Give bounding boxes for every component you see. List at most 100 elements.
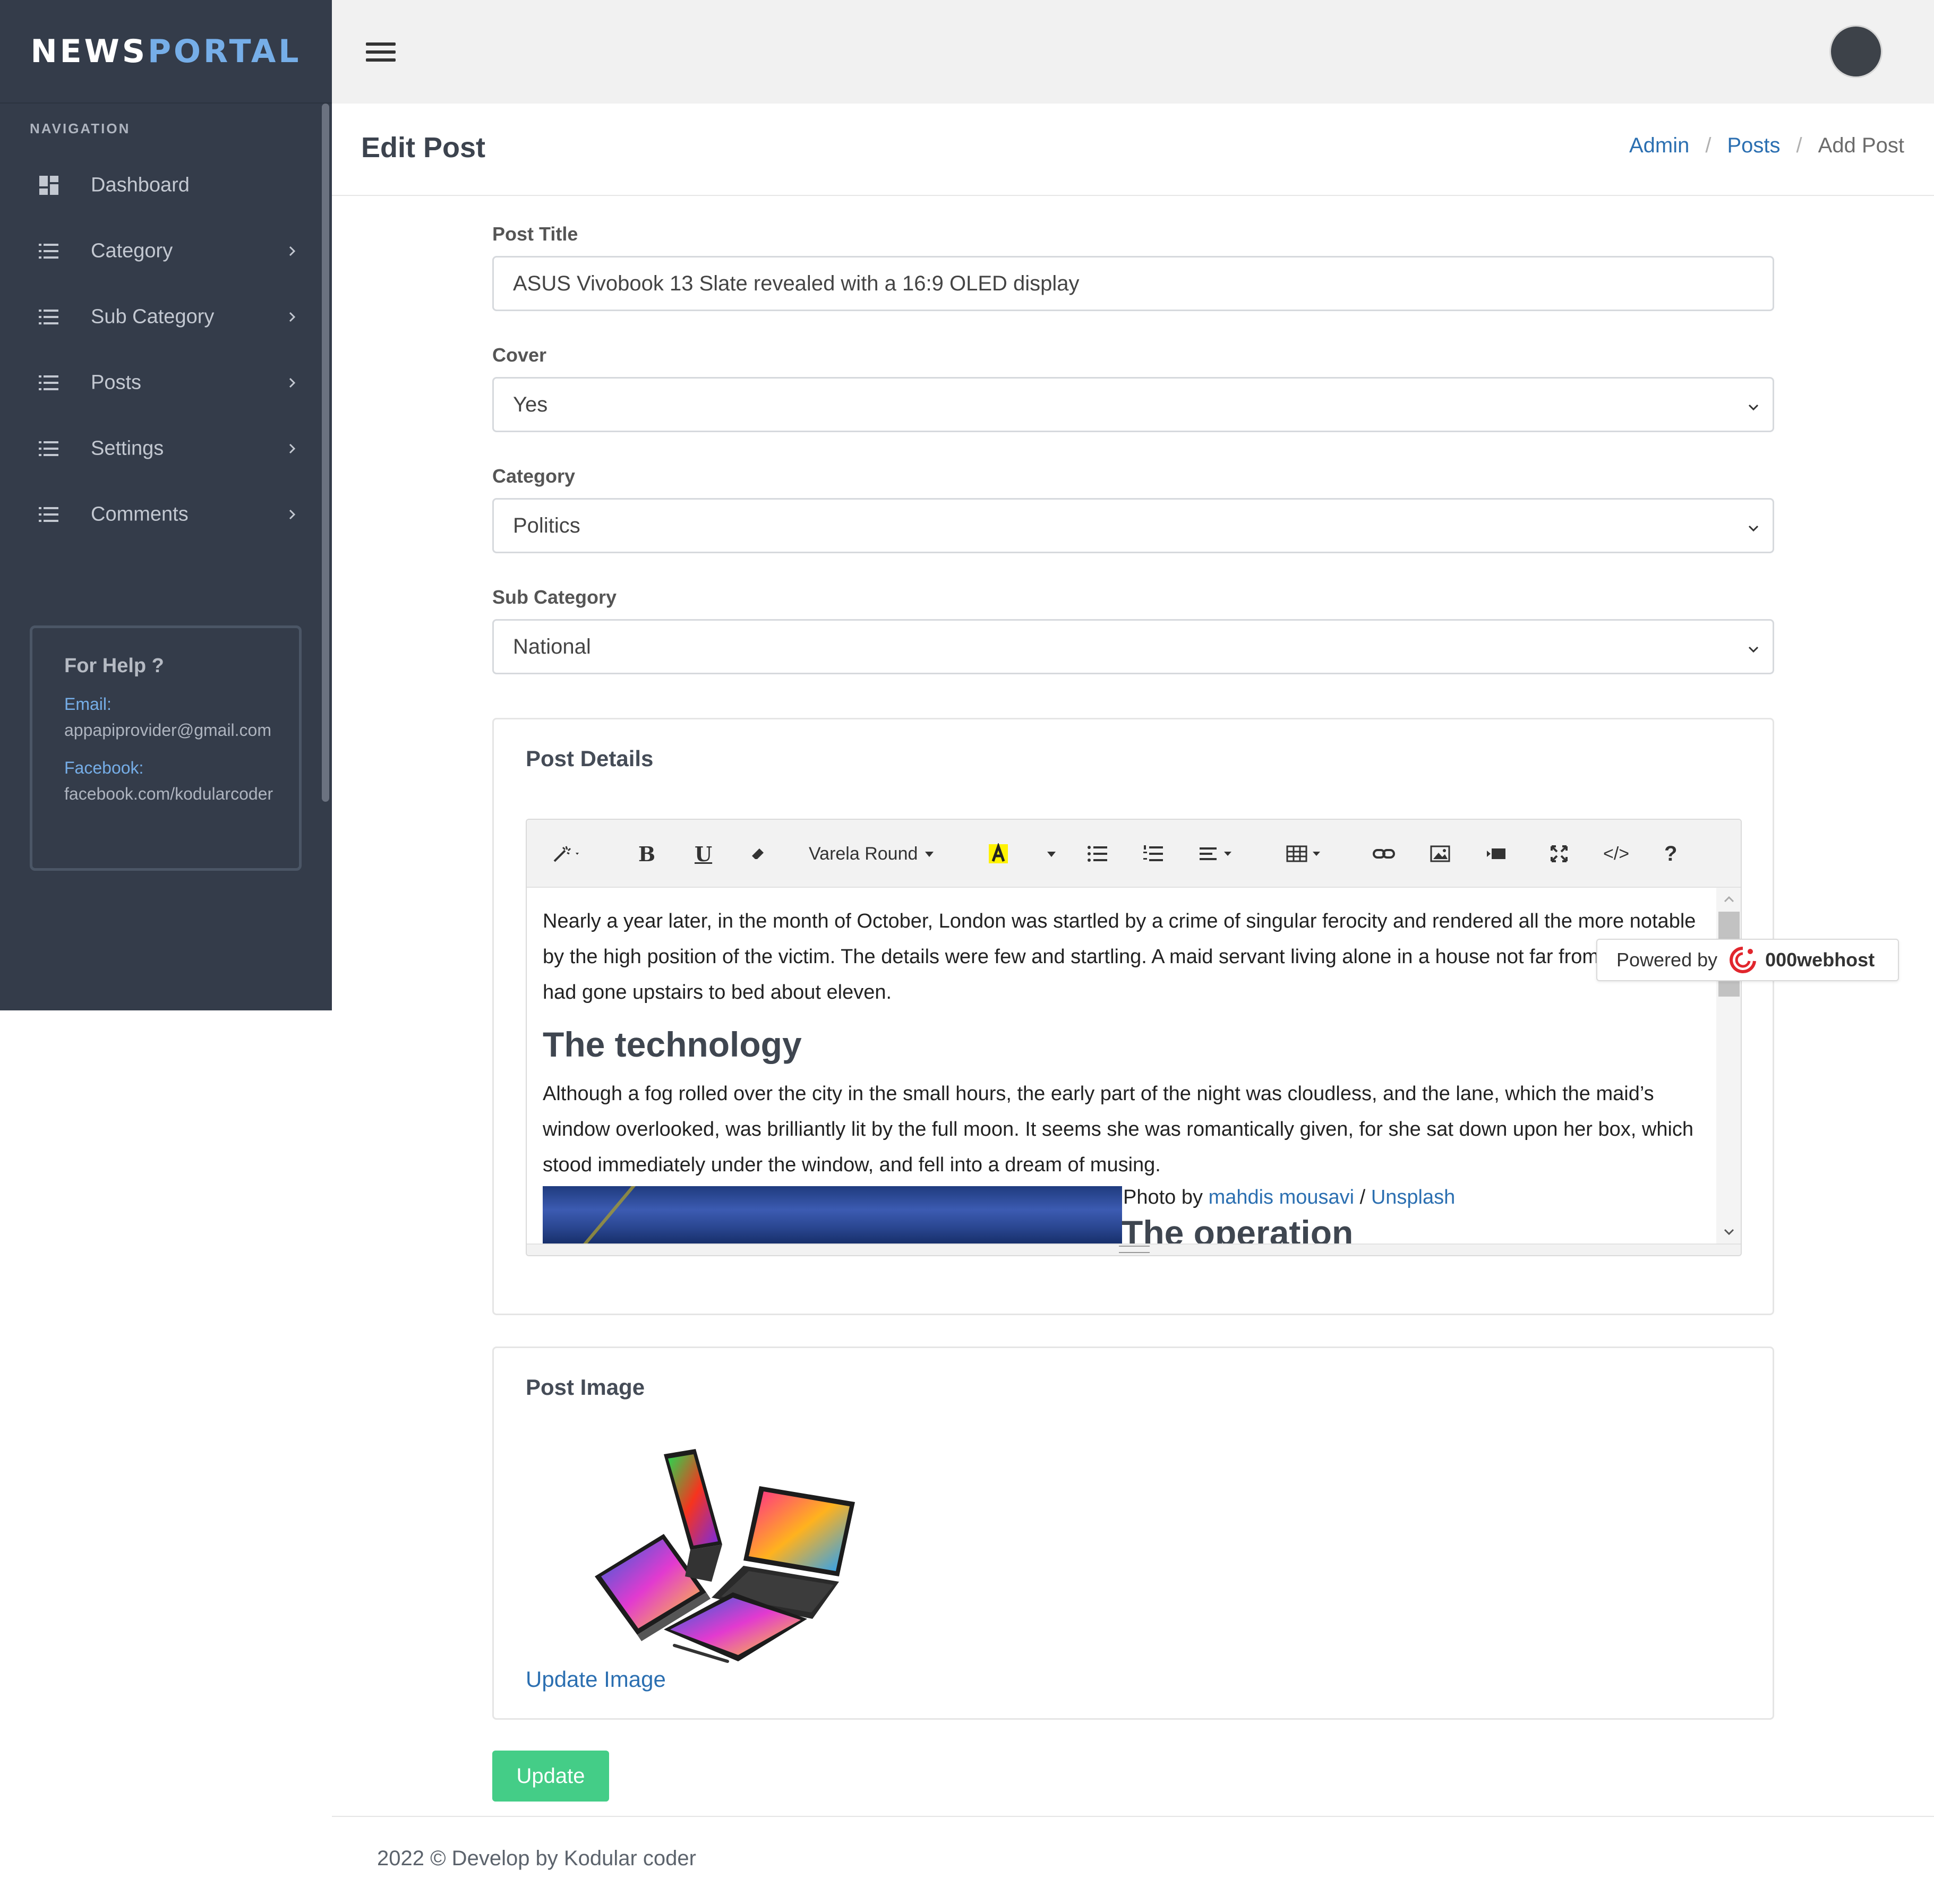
page-header: Edit Post Admin / Posts / Add Post: [332, 104, 1934, 196]
help-button[interactable]: ?: [1664, 842, 1677, 865]
insert-link-button[interactable]: [1372, 843, 1396, 864]
brand-part-news: NEWS: [30, 32, 148, 70]
chevron-right-icon: [289, 312, 296, 322]
sidebar-item-comments[interactable]: Comments: [0, 482, 332, 547]
post-image-card: Post Image Update Image: [492, 1346, 1774, 1720]
photo-credit: Photo by mahdis mousavi / Unsplash: [1123, 1186, 1455, 1209]
breadcrumb-posts[interactable]: Posts: [1727, 134, 1781, 158]
chevron-right-icon: [289, 443, 296, 454]
list-icon: [39, 310, 58, 324]
topbar: [332, 0, 1934, 104]
chevron-down-icon: [1748, 525, 1759, 532]
code-icon: </>: [1603, 843, 1630, 864]
photographer-link[interactable]: mahdis mousavi: [1209, 1186, 1355, 1208]
edit-post-form: Post Title ASUS Vivobook 13 Slate reveal…: [492, 223, 1774, 707]
caret-down-icon: [1047, 852, 1056, 857]
bold-icon: B: [638, 842, 656, 866]
dashboard-icon: [39, 176, 58, 195]
editor-resize-handle[interactable]: [527, 1243, 1741, 1255]
hamburger-menu-icon[interactable]: [366, 42, 396, 62]
subcategory-selected-value: National: [513, 634, 591, 658]
post-title-value: ASUS Vivobook 13 Slate revealed with a 1…: [513, 271, 1080, 295]
subcategory-select[interactable]: National: [492, 619, 1774, 674]
eraser-icon: [752, 848, 764, 859]
editor-toolbar: B U Varela Round </> ?: [527, 820, 1741, 888]
magic-style-button[interactable]: [551, 843, 583, 864]
sidebar-item-category[interactable]: Category: [0, 218, 332, 284]
post-title-input[interactable]: ASUS Vivobook 13 Slate revealed with a 1…: [492, 256, 1774, 311]
update-button[interactable]: Update: [492, 1751, 609, 1802]
font-color-icon: [989, 843, 1008, 863]
sidebar-item-label: Dashboard: [91, 174, 190, 196]
sidebar-item-label: Posts: [91, 371, 142, 394]
unsplash-link[interactable]: Unsplash: [1371, 1186, 1455, 1208]
bold-button[interactable]: B: [638, 842, 656, 866]
powered-by-badge[interactable]: Powered by 000webhost: [1596, 939, 1899, 981]
sidebar-item-label: Comments: [91, 503, 189, 526]
help-facebook-value: facebook.com/kodularcoder: [64, 784, 273, 803]
sidebar-item-label: Sub Category: [91, 305, 215, 328]
category-selected-value: Politics: [513, 513, 580, 537]
font-family-dropdown[interactable]: Varela Round: [809, 843, 936, 864]
avatar[interactable]: [1829, 25, 1882, 78]
post-image-preview: [595, 1449, 855, 1663]
editor-paragraph: Nearly a year later, in the month of Oct…: [543, 910, 1696, 1004]
bullet-list-icon: [1088, 846, 1107, 862]
cover-select[interactable]: Yes: [492, 377, 1774, 432]
sidebar-item-sub-category[interactable]: Sub Category: [0, 284, 332, 350]
fullscreen-button[interactable]: [1550, 843, 1569, 864]
chevron-down-icon: [1748, 646, 1759, 653]
sidebar-scrollbar[interactable]: [322, 104, 329, 802]
help-box: For Help ? Email: appapiprovider@gmail.c…: [30, 625, 302, 871]
text-color-dropdown[interactable]: [1045, 843, 1058, 864]
cover-selected-value: Yes: [513, 392, 548, 416]
fullscreen-icon: [1551, 845, 1568, 862]
sidebar-item-posts[interactable]: Posts: [0, 350, 332, 416]
paragraph-align-button[interactable]: [1199, 843, 1236, 864]
000webhost-logo-icon: [1730, 947, 1757, 973]
caret-down-icon: [925, 852, 934, 857]
category-select[interactable]: Politics: [492, 498, 1774, 553]
table-button[interactable]: [1286, 843, 1324, 864]
breadcrumb-separator: /: [1705, 134, 1711, 157]
photo-by-text: Photo by: [1123, 1186, 1209, 1208]
credit-separator: /: [1354, 1186, 1371, 1208]
editor-paragraph: Although a fog rolled over the city in t…: [543, 1083, 1694, 1176]
text-color-button[interactable]: [988, 843, 1009, 864]
post-image-title: Post Image: [526, 1375, 645, 1400]
breadcrumb-separator: /: [1796, 134, 1802, 157]
editor-content[interactable]: Nearly a year later, in the month of Oct…: [527, 888, 1716, 1243]
underline-button[interactable]: U: [695, 842, 712, 866]
chevron-down-icon: [1724, 1229, 1734, 1236]
code-view-button[interactable]: </>: [1603, 843, 1629, 864]
cover-label: Cover: [492, 344, 547, 366]
update-image-link[interactable]: Update Image: [526, 1667, 666, 1692]
insert-image-button[interactable]: [1430, 843, 1451, 864]
font-family-value: Varela Round: [809, 843, 918, 864]
breadcrumb-admin[interactable]: Admin: [1629, 134, 1689, 158]
clear-format-button[interactable]: [750, 843, 767, 864]
list-icon: [39, 375, 58, 390]
brand-logo[interactable]: NEWS PORTAL: [0, 0, 332, 104]
footer-text: 2022 © Develop by Kodular coder: [377, 1847, 696, 1870]
insert-video-button[interactable]: [1485, 843, 1507, 864]
list-icon: [39, 244, 58, 259]
unordered-list-button[interactable]: [1087, 843, 1108, 864]
editor-inline-photo[interactable]: [543, 1186, 1122, 1243]
ordered-list-button[interactable]: [1143, 843, 1164, 864]
category-label: Category: [492, 465, 576, 487]
chevron-right-icon: [289, 509, 296, 520]
breadcrumb-current: Add Post: [1818, 134, 1904, 157]
editor-heading-partial: The operation: [1122, 1213, 1354, 1243]
help-email-value: appapiprovider@gmail.com: [64, 721, 271, 740]
image-icon: [1430, 845, 1450, 862]
chevron-up-icon: [1724, 896, 1734, 903]
powered-by-label: Powered by: [1616, 949, 1718, 971]
sidebar-item-settings[interactable]: Settings: [0, 416, 332, 482]
help-facebook-label: Facebook:: [64, 758, 144, 777]
editor-heading: The technology: [543, 1025, 802, 1064]
table-icon: [1286, 845, 1320, 862]
sidebar-item-dashboard[interactable]: Dashboard: [0, 152, 332, 218]
link-icon: [1373, 849, 1395, 859]
post-details-card: Post Details B U Varela Round </> ? Near…: [492, 718, 1774, 1315]
